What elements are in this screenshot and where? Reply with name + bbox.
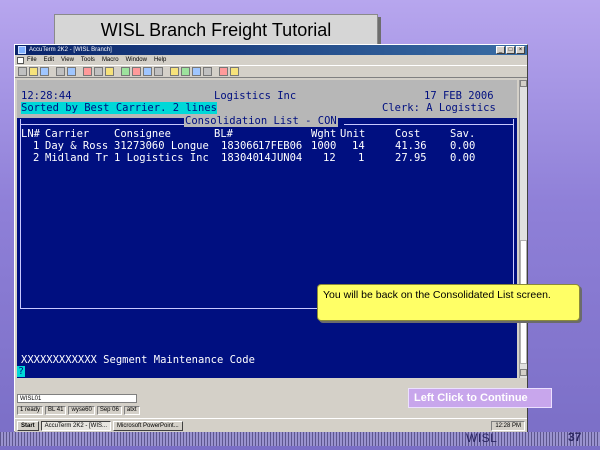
- status-cell: 1 ready: [17, 406, 44, 415]
- col-bl: BL#: [214, 128, 233, 140]
- col-sav: Sav.: [450, 128, 476, 140]
- help-icon[interactable]: [230, 67, 239, 76]
- status-cell: atxt: [123, 406, 140, 415]
- minimize-button[interactable]: _: [496, 46, 505, 54]
- row-1-wght[interactable]: 1000: [311, 140, 336, 152]
- row-2-bl[interactable]: 183040: [221, 152, 259, 164]
- footer-label: WISL: [466, 431, 498, 445]
- print-preview-icon[interactable]: [67, 67, 76, 76]
- footer-stripe: [0, 432, 600, 446]
- terminal-company: Logistics Inc: [214, 90, 297, 102]
- row-1-bl[interactable]: 183066: [221, 140, 259, 152]
- taskbar-clock: 12:28 PM: [491, 420, 525, 431]
- row-2-sav[interactable]: 0.00: [450, 152, 475, 164]
- clear-screen-icon[interactable]: [203, 67, 212, 76]
- status-cell: wyse60: [68, 406, 95, 415]
- settings-icon[interactable]: [143, 67, 152, 76]
- toolbar-separator: [51, 67, 54, 76]
- row-2-date[interactable]: 14JUN04: [258, 152, 302, 164]
- menu-file[interactable]: File: [27, 55, 37, 65]
- terminal-window: AccuTerm 2K2 - [WISL Branch] _ □ × File …: [14, 44, 528, 432]
- row-1-sav[interactable]: 0.00: [450, 140, 475, 152]
- window-titlebar[interactable]: AccuTerm 2K2 - [WISL Branch] _ □ ×: [15, 45, 527, 55]
- row-2-ln[interactable]: 2: [33, 152, 39, 164]
- menu-edit[interactable]: Edit: [44, 55, 54, 65]
- row-1-carrier[interactable]: Day & Ross: [45, 140, 108, 152]
- row-1-ln[interactable]: 1: [33, 140, 39, 152]
- menu-help[interactable]: Help: [154, 55, 166, 65]
- col-unit: Unit: [340, 128, 366, 140]
- row-1-cost[interactable]: 41.36: [395, 140, 427, 152]
- scroll-up-icon[interactable]: [520, 80, 527, 87]
- col-carrier: Carrier: [45, 128, 90, 140]
- row-2-consignee[interactable]: 1 Logistics Inc: [114, 152, 209, 164]
- status-cell: BL 41: [45, 406, 67, 415]
- clerk-label: Clerk: A Logistics: [382, 102, 496, 114]
- disconnect-icon[interactable]: [132, 67, 141, 76]
- row-1-unit[interactable]: 14: [352, 140, 365, 152]
- toolbar-separator: [214, 67, 217, 76]
- app-icon: [18, 46, 26, 54]
- print-icon[interactable]: [56, 67, 65, 76]
- row-1-date[interactable]: 17FEB06: [258, 140, 302, 152]
- menu-tools[interactable]: Tools: [81, 55, 95, 65]
- row-1-consignee[interactable]: 31273060 Longue: [114, 140, 209, 152]
- continue-button[interactable]: Left Click to Continue: [408, 388, 552, 408]
- start-button[interactable]: Start: [17, 420, 39, 431]
- taskbar-item[interactable]: AccuTerm 2K2 - [WIS...: [40, 420, 112, 431]
- capture-icon[interactable]: [192, 67, 201, 76]
- slide-title: WISL Branch Freight Tutorial: [54, 14, 378, 47]
- menu-window[interactable]: Window: [126, 55, 147, 65]
- command-field[interactable]: WISL01: [17, 394, 137, 403]
- col-cost: Cost: [395, 128, 421, 140]
- close-button[interactable]: ×: [516, 46, 525, 54]
- terminal-screen[interactable]: 12:28:44 Logistics Inc 17 FEB 2006 Sorte…: [17, 80, 517, 378]
- cut-icon[interactable]: [83, 67, 92, 76]
- taskbar-item[interactable]: Microsoft PowerPoint...: [113, 420, 183, 431]
- menu-macro[interactable]: Macro: [102, 55, 119, 65]
- terminal-date: 17 FEB 2006: [424, 90, 494, 102]
- prompt-text: XXXXXXXXXXXX Segment Maintenance Code: [21, 354, 255, 366]
- maximize-button[interactable]: □: [506, 46, 515, 54]
- sort-status: Sorted by Best Carrier. 2 lines: [21, 102, 217, 114]
- taskbar: Start AccuTerm 2K2 - [WIS... Microsoft P…: [15, 418, 527, 432]
- macro-icon[interactable]: [170, 67, 179, 76]
- col-consignee: Consignee: [114, 128, 171, 140]
- terminal-time: 12:28:44: [21, 90, 72, 102]
- col-ln: LN#: [21, 128, 40, 140]
- row-2-cost[interactable]: 27.95: [395, 152, 427, 164]
- connect-icon[interactable]: [121, 67, 130, 76]
- copy-icon[interactable]: [94, 67, 103, 76]
- menu-view[interactable]: View: [61, 55, 74, 65]
- toolbar-separator: [116, 67, 119, 76]
- open-folder-icon[interactable]: [29, 67, 38, 76]
- transfer-icon[interactable]: [181, 67, 190, 76]
- toolbar: [15, 65, 527, 78]
- col-wght: Wght: [311, 128, 337, 140]
- page-number: 37: [568, 430, 582, 444]
- scroll-down-icon[interactable]: [520, 369, 527, 376]
- row-2-carrier[interactable]: Midland Tr: [45, 152, 108, 164]
- status-cell: Sep 06: [96, 406, 122, 415]
- row-2-wght[interactable]: 12: [323, 152, 336, 164]
- tutorial-callout: You will be back on the Consolidated Lis…: [317, 284, 580, 321]
- vertical-scrollbar[interactable]: [519, 80, 527, 378]
- save-icon[interactable]: [40, 67, 49, 76]
- keyboard-icon[interactable]: [154, 67, 163, 76]
- new-icon[interactable]: [18, 67, 27, 76]
- toolbar-separator: [165, 67, 168, 76]
- input-cursor[interactable]: ?: [17, 366, 25, 377]
- menu-bar: File Edit View Tools Macro Window Help: [15, 55, 527, 65]
- document-icon: [17, 57, 24, 64]
- toolbar-separator: [78, 67, 81, 76]
- window-title: AccuTerm 2K2 - [WISL Branch]: [29, 47, 112, 53]
- row-2-unit[interactable]: 1: [358, 152, 364, 164]
- paste-icon[interactable]: [105, 67, 114, 76]
- about-icon[interactable]: [219, 67, 228, 76]
